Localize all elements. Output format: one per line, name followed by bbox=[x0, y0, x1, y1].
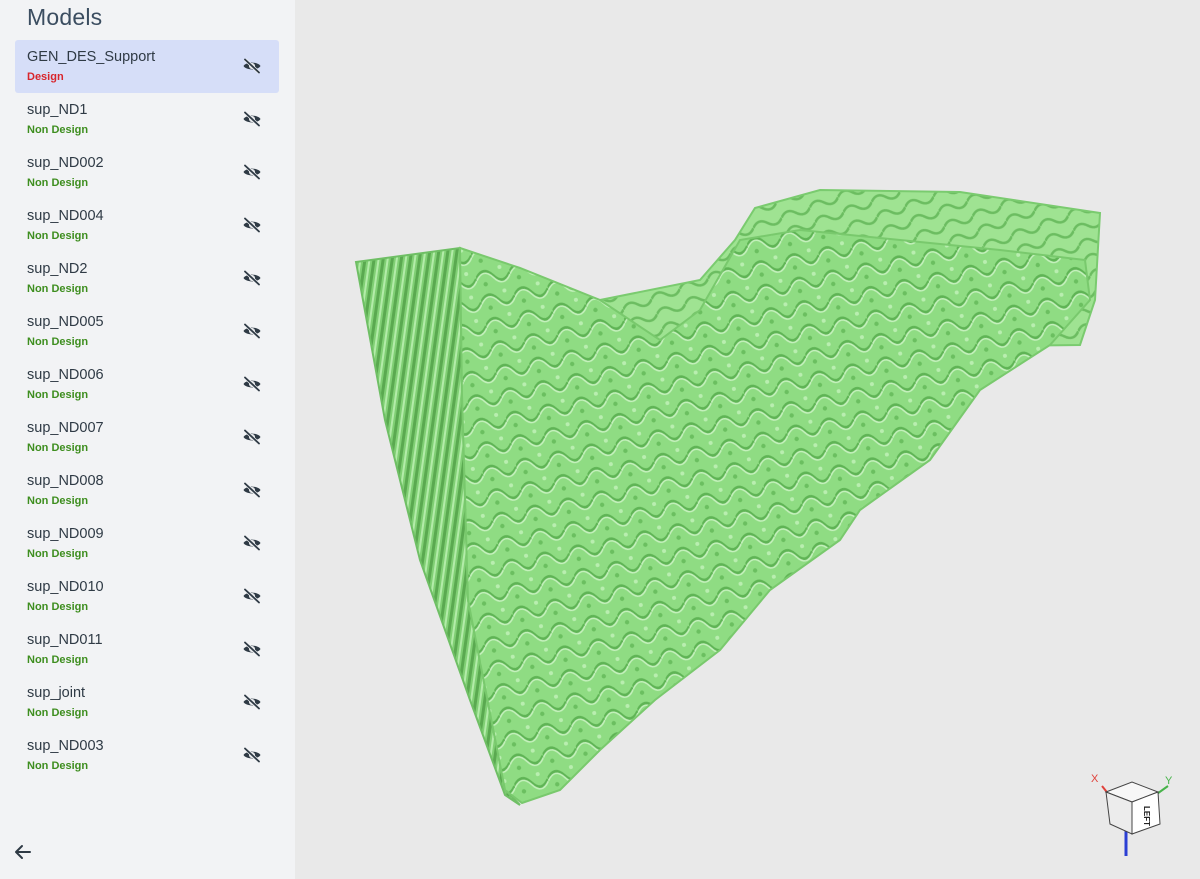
model-name: sup_ND2 bbox=[27, 261, 88, 277]
arrow-left-icon bbox=[15, 845, 31, 859]
toggle-visibility-button[interactable] bbox=[241, 692, 263, 712]
model-name: sup_ND009 bbox=[27, 526, 104, 542]
model-list-item[interactable]: sup_ND010 Non Design bbox=[15, 570, 279, 623]
model-list-item[interactable]: sup_ND1 Non Design bbox=[15, 93, 279, 146]
model-type-label: Non Design bbox=[27, 442, 89, 454]
model-list-item[interactable]: GEN_DES_Support Design bbox=[15, 40, 279, 93]
models-panel: Models GEN_DES_Support Design sup_ND1 Non D… bbox=[0, 0, 295, 879]
model-name: sup_joint bbox=[27, 685, 86, 701]
model-name: sup_ND010 bbox=[27, 579, 104, 595]
toggle-visibility-button[interactable] bbox=[241, 480, 263, 500]
axis-y-label: Y bbox=[1165, 775, 1173, 787]
eye-off-icon bbox=[243, 323, 261, 339]
toggle-visibility-button[interactable] bbox=[241, 427, 263, 447]
model-list-item[interactable]: sup_ND006 Non Design bbox=[15, 358, 279, 411]
model-name: sup_ND002 bbox=[27, 155, 104, 171]
eye-off-icon bbox=[243, 217, 261, 233]
model-name: sup_ND1 bbox=[27, 102, 88, 118]
model-name: sup_ND006 bbox=[27, 367, 104, 383]
model-type-label: Non Design bbox=[27, 601, 89, 613]
toggle-visibility-button[interactable] bbox=[241, 533, 263, 553]
toggle-visibility-button[interactable] bbox=[241, 268, 263, 288]
model-list-item[interactable]: sup_ND011 Non Design bbox=[15, 623, 279, 676]
eye-off-icon bbox=[243, 429, 261, 445]
panel-title: Models bbox=[27, 4, 103, 30]
eye-off-icon bbox=[243, 694, 261, 710]
model-type-label: Non Design bbox=[27, 283, 89, 295]
model-list-item[interactable]: sup_ND2 Non Design bbox=[15, 252, 279, 305]
model-list-item[interactable]: sup_ND009 Non Design bbox=[15, 517, 279, 570]
model-name: GEN_DES_Support bbox=[27, 49, 156, 65]
eye-off-icon bbox=[243, 376, 261, 392]
model-list-item[interactable]: sup_ND004 Non Design bbox=[15, 199, 279, 252]
model-list-item[interactable]: sup_ND005 Non Design bbox=[15, 305, 279, 358]
eye-off-icon bbox=[243, 641, 261, 657]
model-type-label: Design bbox=[27, 71, 64, 83]
eye-off-icon bbox=[243, 588, 261, 604]
eye-off-icon bbox=[243, 164, 261, 180]
model-type-label: Non Design bbox=[27, 389, 89, 401]
model-name: sup_ND008 bbox=[27, 473, 104, 489]
toggle-visibility-button[interactable] bbox=[241, 639, 263, 659]
toggle-visibility-button[interactable] bbox=[241, 215, 263, 235]
model-name: sup_ND007 bbox=[27, 420, 104, 436]
model-list-item[interactable]: sup_ND008 Non Design bbox=[15, 464, 279, 517]
model-name: sup_ND004 bbox=[27, 208, 104, 224]
eye-off-icon bbox=[243, 111, 261, 127]
model-list: GEN_DES_Support Design sup_ND1 Non Design su… bbox=[15, 40, 279, 782]
eye-off-icon bbox=[243, 482, 261, 498]
toggle-visibility-button[interactable] bbox=[241, 374, 263, 394]
model-type-label: Non Design bbox=[27, 230, 89, 242]
toggle-visibility-button[interactable] bbox=[241, 586, 263, 606]
model-type-label: Non Design bbox=[27, 760, 89, 772]
view-cube-graphic: X Y LEFT bbox=[1091, 773, 1173, 856]
model-type-label: Non Design bbox=[27, 177, 89, 189]
eye-off-icon bbox=[243, 535, 261, 551]
axis-x-label: X bbox=[1091, 773, 1099, 785]
toggle-visibility-button[interactable] bbox=[241, 56, 263, 76]
eye-off-icon bbox=[243, 747, 261, 763]
model-name: sup_ND005 bbox=[27, 314, 104, 330]
cube-face-label: LEFT bbox=[1142, 806, 1151, 826]
toggle-visibility-button[interactable] bbox=[241, 162, 263, 182]
collapse-panel-button[interactable] bbox=[13, 842, 33, 862]
toggle-visibility-button[interactable] bbox=[241, 109, 263, 129]
model-type-label: Non Design bbox=[27, 707, 89, 719]
model-list-item[interactable]: sup_ND003 Non Design bbox=[15, 729, 279, 782]
model-name: sup_ND003 bbox=[27, 738, 104, 754]
lattice-model[interactable] bbox=[295, 0, 1200, 879]
model-type-label: Non Design bbox=[27, 654, 89, 666]
eye-off-icon bbox=[243, 58, 261, 74]
model-list-item[interactable]: sup_ND007 Non Design bbox=[15, 411, 279, 464]
toggle-visibility-button[interactable] bbox=[241, 321, 263, 341]
model-list-item[interactable]: sup_ND002 Non Design bbox=[15, 146, 279, 199]
model-front-face bbox=[458, 228, 1092, 805]
eye-off-icon bbox=[243, 270, 261, 286]
model-name: sup_ND011 bbox=[27, 632, 103, 648]
model-type-label: Non Design bbox=[27, 548, 89, 560]
model-type-label: Non Design bbox=[27, 336, 89, 348]
toggle-visibility-button[interactable] bbox=[241, 745, 263, 765]
model-type-label: Non Design bbox=[27, 124, 89, 136]
model-list-item[interactable]: sup_joint Non Design bbox=[15, 676, 279, 729]
model-type-label: Non Design bbox=[27, 495, 89, 507]
3d-viewport[interactable] bbox=[295, 0, 1200, 879]
view-cube[interactable]: X Y LEFT bbox=[1088, 772, 1178, 862]
